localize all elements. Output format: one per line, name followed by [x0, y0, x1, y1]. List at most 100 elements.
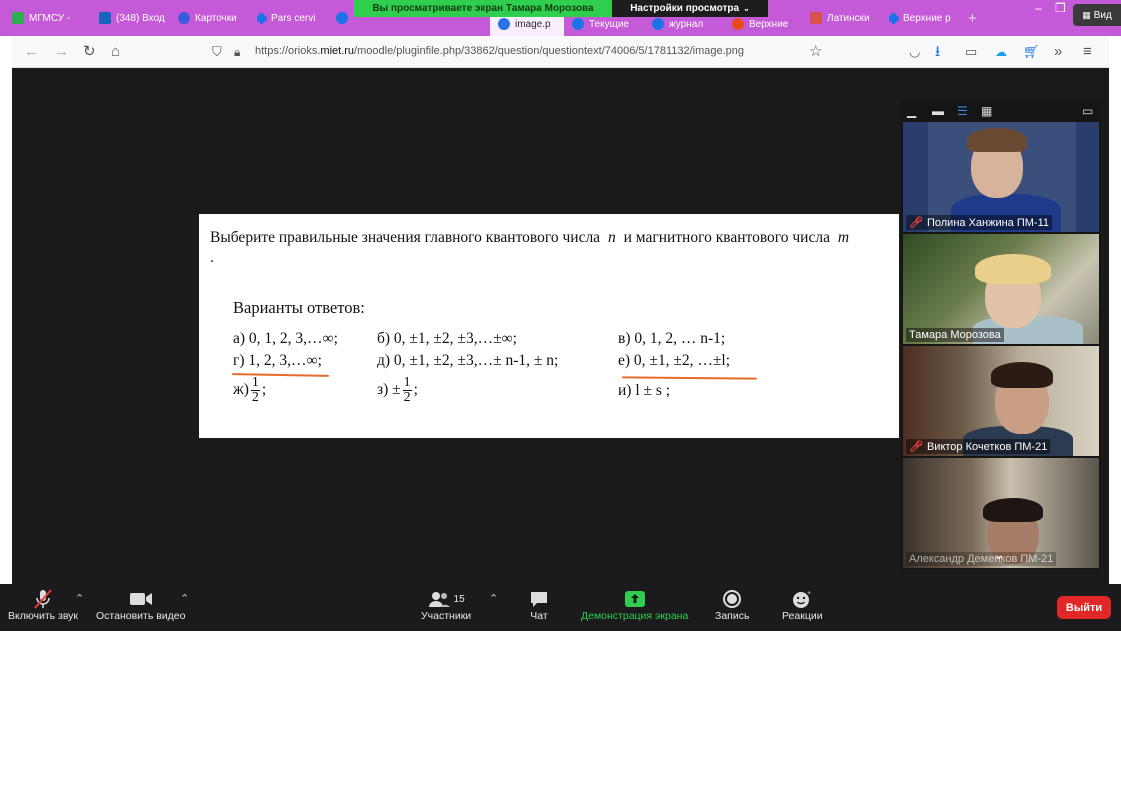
- video-options-caret-icon[interactable]: ⌃: [180, 592, 189, 605]
- tab-label: Верхние р: [903, 12, 951, 24]
- video-tile[interactable]: Александр Деменков ПМ-21 ⌄: [903, 458, 1099, 568]
- share-screen-button[interactable]: Демонстрация экрана: [581, 588, 688, 622]
- share-screen-label: Демонстрация экрана: [581, 610, 689, 622]
- denominator: 2: [251, 390, 259, 405]
- person-hair: [967, 128, 1027, 152]
- tab-label: Текущие: [589, 18, 629, 30]
- participants-icon: 15: [428, 588, 465, 610]
- option-e: е) 0, ±1, ±2, …±l;: [618, 352, 731, 369]
- reactions-label: Реакции: [782, 610, 823, 622]
- chat-button[interactable]: Чат: [529, 588, 549, 622]
- numerator: 1: [402, 375, 412, 391]
- meeting-toolbar: Включить звук ⌃ Остановить видео ⌃ 15 Уч…: [0, 584, 1121, 631]
- back-icon[interactable]: ←: [24, 43, 39, 61]
- url-path: /moodle/pluginfile.php/33862/question/qu…: [354, 45, 745, 57]
- option-d: д) 0, ±1, ±2, ±3,…± n-1, ± n;: [377, 352, 559, 369]
- fraction: 12: [402, 375, 412, 405]
- stop-video-label: Остановить видео: [96, 610, 186, 622]
- leave-meeting-button[interactable]: Выйти: [1057, 596, 1111, 619]
- url-bar[interactable]: https://orioks.miet.ru/moodle/pluginfile…: [255, 45, 744, 57]
- pocket-icon[interactable]: ◡: [909, 43, 920, 61]
- video-tile[interactable]: Тамара Морозова: [903, 234, 1099, 344]
- option-zh: ж) 1 2;: [233, 376, 266, 405]
- image-icon: [498, 18, 510, 30]
- browser-tab[interactable]: МГМСУ -: [12, 4, 82, 32]
- moodle-icon: [572, 18, 584, 30]
- fraction: 12: [250, 375, 260, 405]
- moodle-icon: [652, 18, 664, 30]
- url-prefix: https://orioks.: [255, 45, 321, 57]
- browser-tab[interactable]: Латински: [810, 4, 874, 32]
- browser-nav-bar: ← → ↻ ⌂ ⛉ 🔒︎ https://orioks.miet.ru/mood…: [12, 36, 1109, 68]
- grid-icon: ▦: [1082, 9, 1091, 20]
- audio-options-caret-icon[interactable]: ⌃: [75, 592, 84, 605]
- record-button[interactable]: Запись: [715, 588, 749, 622]
- video-tile[interactable]: 🎤︎ Виктор Кочетков ПМ-21: [903, 346, 1099, 456]
- unmute-button[interactable]: Включить звук: [8, 588, 78, 622]
- browser-tab[interactable]: (348) Вход: [99, 4, 165, 32]
- tab-label: журнал: [669, 18, 704, 30]
- chevron-down-icon[interactable]: ⌄: [993, 546, 1005, 563]
- chat-label: Чат: [530, 610, 548, 622]
- video-tile[interactable]: 🎤︎ Полина Ханжина ПМ-11: [903, 122, 1099, 232]
- tab-label: Карточки: [195, 12, 237, 24]
- view-button[interactable]: ▦ Вид: [1073, 4, 1121, 26]
- participants-label: Участники: [421, 610, 472, 622]
- participant-label: Тамара Морозова: [906, 328, 1004, 342]
- view-settings-button[interactable]: Настройки просмотра ⌄: [612, 0, 768, 17]
- muted-mic-icon: 🎤︎: [909, 441, 923, 453]
- question-dot: .: [210, 250, 214, 266]
- reader-icon[interactable]: ▭: [965, 43, 977, 61]
- person-hair: [975, 254, 1051, 284]
- stop-video-button[interactable]: Остановить видео: [96, 588, 185, 622]
- cart-icon[interactable]: 🛒︎: [1023, 43, 1040, 61]
- tab-label: МГМСУ -: [29, 12, 71, 24]
- popout-icon[interactable]: ▭: [1082, 104, 1093, 118]
- browser-tab[interactable]: Верхние р: [889, 4, 953, 32]
- overflow-icon[interactable]: »: [1054, 43, 1062, 61]
- numerator: 1: [250, 375, 260, 391]
- lock-icon[interactable]: 🔒︎: [234, 43, 240, 61]
- tab-label: (348) Вход: [116, 12, 165, 24]
- participant-name: Александр Деменков ПМ-21: [909, 553, 1054, 565]
- option-i: и) l ± s ;: [618, 382, 671, 399]
- restore-icon[interactable]: ❐: [1055, 0, 1066, 16]
- url-domain: miet.ru: [320, 45, 355, 57]
- reactions-button[interactable]: + Реакции: [782, 588, 823, 622]
- tab-label: Pars cervi: [271, 12, 316, 24]
- reload-icon[interactable]: ↻: [83, 43, 96, 61]
- option-prefix: ж): [233, 381, 249, 399]
- download-icon[interactable]: ⭳: [935, 43, 940, 61]
- participant-name: Полина Ханжина ПМ-11: [926, 216, 1049, 229]
- tab-label: Верхние: [749, 18, 789, 30]
- shared-image: Выберите правильные значения главного кв…: [199, 214, 899, 438]
- bookmark-star-icon[interactable]: ☆: [809, 43, 822, 61]
- option-z: з) ±1 2;: [377, 376, 418, 405]
- variable-n: n: [607, 229, 616, 246]
- svg-text:+: +: [807, 590, 811, 597]
- forward-icon[interactable]: →: [54, 43, 69, 61]
- grid-view-icon[interactable]: ▦: [981, 104, 992, 118]
- minimize-gallery-icon[interactable]: ▁: [907, 104, 916, 118]
- new-tab-button[interactable]: +: [968, 4, 977, 32]
- browser-tab[interactable]: Карточки: [178, 4, 240, 32]
- search-icon: [178, 12, 190, 24]
- home-icon[interactable]: ⌂: [111, 43, 120, 61]
- single-view-icon[interactable]: ▬: [932, 104, 944, 118]
- book-icon: [810, 12, 822, 24]
- question-part: Выберите правильные значения главного кв…: [210, 229, 601, 246]
- browser-tab[interactable]: [336, 4, 354, 32]
- muted-mic-icon: 🎤︎: [909, 217, 923, 229]
- participant-label: 🎤︎ Виктор Кочетков ПМ-21: [906, 439, 1051, 454]
- person-hair: [983, 498, 1043, 522]
- minimize-icon[interactable]: –: [1035, 0, 1042, 16]
- browser-tab[interactable]: Pars cervi: [257, 4, 325, 32]
- menu-icon[interactable]: ≡: [1083, 43, 1092, 61]
- option-v: в) 0, 1, 2, … n-1;: [618, 330, 726, 347]
- muted-mic-icon: [32, 588, 54, 610]
- participants-button[interactable]: 15 Участники: [421, 588, 471, 622]
- strip-view-icon[interactable]: ☰: [957, 104, 968, 118]
- cloud-icon[interactable]: ☁: [995, 43, 1007, 61]
- shield-icon[interactable]: ⛉: [212, 43, 222, 61]
- participants-caret-icon[interactable]: ⌃: [489, 592, 498, 605]
